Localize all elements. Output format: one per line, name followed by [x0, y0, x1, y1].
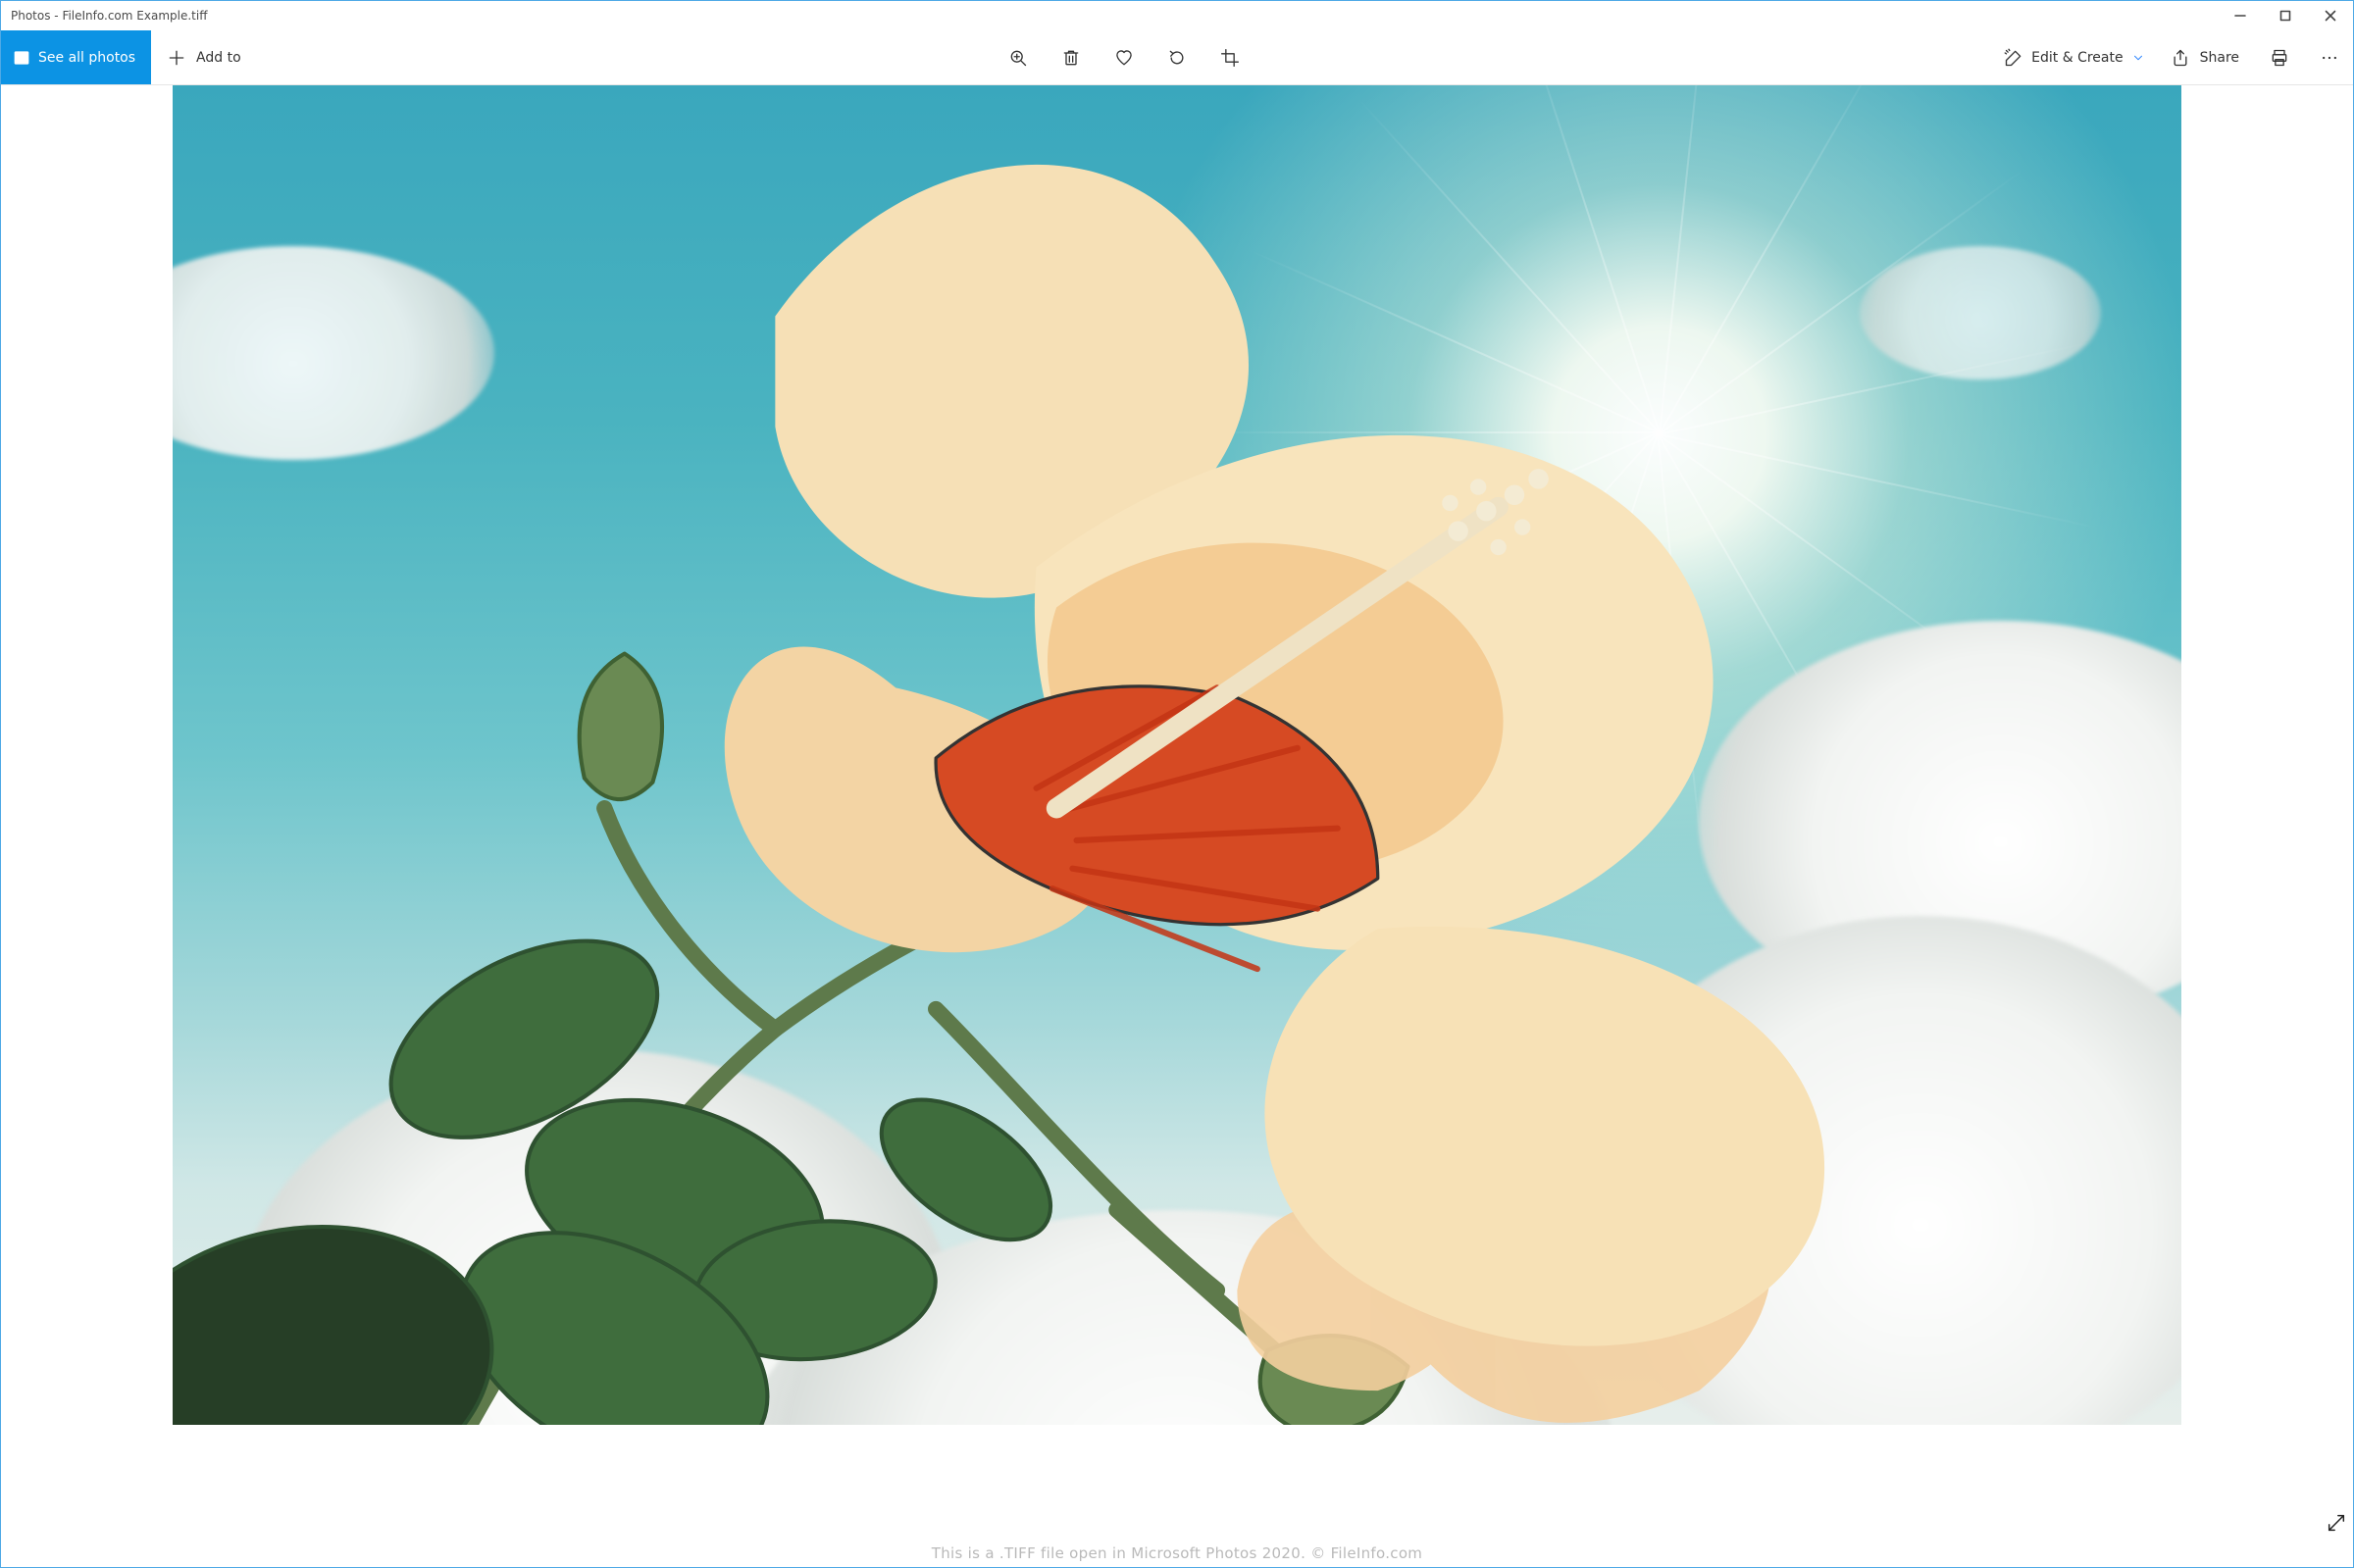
minimize-icon	[2234, 10, 2246, 22]
edit-create-label: Edit & Create	[2031, 50, 2123, 66]
delete-button[interactable]	[1045, 30, 1098, 84]
rotate-icon	[1167, 48, 1187, 68]
add-to-label: Add to	[196, 50, 241, 66]
resize-grip-icon[interactable]	[2326, 1512, 2347, 1534]
crop-icon	[1220, 48, 1240, 68]
favorite-button[interactable]	[1098, 30, 1151, 84]
toolbar: See all photos Add to	[1, 30, 2353, 85]
trash-icon	[1061, 48, 1081, 68]
share-button[interactable]: Share	[2157, 30, 2253, 84]
see-all-photos-button[interactable]: See all photos	[1, 30, 151, 84]
maximize-button[interactable]	[2263, 1, 2308, 30]
zoom-in-icon	[1008, 48, 1028, 68]
edit-create-button[interactable]: Edit & Create	[1992, 30, 2156, 84]
share-icon	[2171, 48, 2190, 68]
footer-caption: This is a .TIFF file open in Microsoft P…	[1, 1540, 2353, 1567]
close-button[interactable]	[2308, 1, 2353, 30]
crop-button[interactable]	[1203, 30, 1256, 84]
chevron-down-icon	[2131, 51, 2145, 65]
zoom-button[interactable]	[992, 30, 1045, 84]
share-label: Share	[2200, 50, 2239, 66]
maximize-icon	[2279, 10, 2291, 22]
print-button[interactable]	[2253, 30, 2306, 84]
add-to-button[interactable]: Add to	[151, 30, 257, 84]
edit-create-icon	[2004, 48, 2023, 68]
close-icon	[2325, 10, 2336, 22]
flower-illustration	[173, 85, 2181, 1425]
see-all-photos-label: See all photos	[38, 50, 135, 66]
plus-icon	[167, 48, 186, 68]
minimize-button[interactable]	[2218, 1, 2263, 30]
more-button[interactable]	[2306, 30, 2353, 84]
window-title: Photos - FileInfo.com Example.tiff	[1, 9, 2218, 23]
print-icon	[2270, 48, 2289, 68]
more-icon	[2320, 48, 2339, 68]
photo-viewport[interactable]	[173, 85, 2181, 1425]
window-controls	[2218, 1, 2353, 30]
photo-stage	[1, 85, 2353, 1540]
titlebar: Photos - FileInfo.com Example.tiff	[1, 1, 2353, 30]
heart-icon	[1114, 48, 1134, 68]
photo-collection-icon	[13, 49, 30, 67]
rotate-button[interactable]	[1151, 30, 1203, 84]
